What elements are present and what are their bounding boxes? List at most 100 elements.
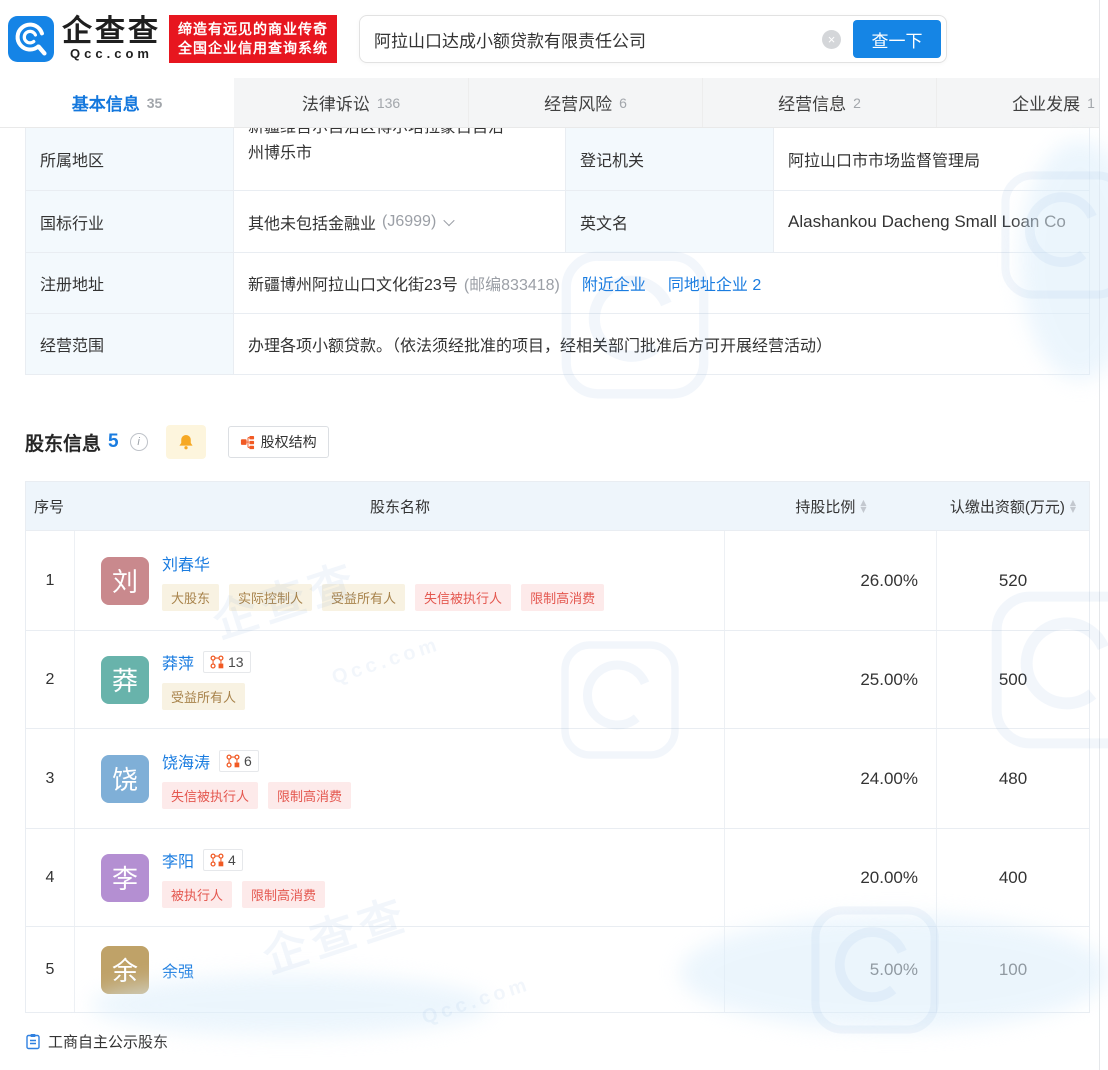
info-circle-icon[interactable]: i	[130, 433, 148, 451]
search-button[interactable]: 查一下	[853, 20, 941, 58]
tab-法律诉讼[interactable]: 法律诉讼 136	[234, 78, 468, 127]
shareholder-info: 莽萍 13 受益所有人	[162, 650, 251, 710]
tab-企业发展[interactable]: 企业发展1	[936, 78, 1099, 127]
avatar: 莽	[101, 656, 149, 704]
tag-失信被执行人: 失信被执行人	[162, 782, 258, 809]
shareholding-ratio: 24.00%	[725, 729, 937, 828]
shareholder-cell: 莽莽萍 13 受益所有人	[75, 631, 725, 728]
clipboard-icon	[25, 1033, 41, 1050]
tab-label: 经营风险	[544, 90, 612, 115]
footer-note-text: 工商自主公示股东	[48, 1031, 168, 1052]
name-line: 李阳 4	[162, 848, 325, 872]
shareholder-info: 李阳 4 被执行人限制高消费	[162, 848, 325, 908]
shareholder-cell: 刘刘春华大股东实际控制人受益所有人失信被执行人限制高消费	[75, 531, 725, 630]
tab-count: 6	[619, 95, 627, 111]
subscribed-capital: 520	[937, 531, 1089, 630]
row-number: 3	[26, 729, 75, 828]
tab-label: 经营信息	[778, 90, 846, 115]
info-value-text: 其他未包括金融业	[248, 210, 376, 234]
info-label: 所属地区	[26, 128, 234, 190]
row-number: 1	[26, 531, 75, 630]
info-value-text: Alashankou Dacheng Small Loan Co	[788, 212, 1066, 232]
info-label: 英文名	[566, 191, 774, 252]
row-number: 2	[26, 631, 75, 728]
info-value: 办理各项小额贷款。（依法须经批准的项目，经相关部门批准后方可开展经营活动）	[234, 314, 1089, 374]
avatar: 刘	[101, 557, 149, 605]
column-header-0: 序号	[26, 482, 75, 530]
shareholder-name-link[interactable]: 莽萍	[162, 650, 194, 674]
tag-失信被执行人: 失信被执行人	[415, 584, 511, 611]
slogan-line-2: 全国企业信用查询系统	[178, 39, 328, 58]
clear-search-icon[interactable]: ×	[822, 30, 841, 49]
tab-经营信息[interactable]: 经营信息 2	[702, 78, 936, 127]
tag-限制高消费: 限制高消费	[268, 782, 351, 809]
info-link[interactable]: 同地址企业 2	[668, 271, 761, 295]
info-value-text: 新疆博州阿拉山口文化街23号	[248, 271, 458, 295]
tag-大股东: 大股东	[162, 584, 219, 611]
tab-经营风险[interactable]: 经营风险 6	[468, 78, 702, 127]
shareholder-name-link[interactable]: 余强	[162, 958, 194, 982]
search-bar: × 查一下	[359, 15, 947, 63]
shareholders-table-body: 1刘刘春华大股东实际控制人受益所有人失信被执行人限制高消费26.00%5202莽…	[26, 530, 1089, 1012]
column-header-label: 序号	[34, 496, 64, 517]
shareholding-ratio: 5.00%	[725, 927, 937, 1012]
slogan-line-1: 缔造有远见的商业传奇	[178, 20, 328, 39]
shareholder-name-link[interactable]: 李阳	[162, 848, 194, 872]
related-companies-badge[interactable]: 6	[219, 750, 259, 772]
column-header-2[interactable]: 持股比例 ▲▼	[725, 482, 937, 530]
tag-line: 被执行人限制高消费	[162, 881, 325, 908]
row-number: 5	[26, 927, 75, 1012]
bell-icon	[177, 433, 195, 451]
tab-count: 136	[377, 95, 400, 111]
avatar: 饶	[101, 755, 149, 803]
shareholder-name-link[interactable]: 刘春华	[162, 551, 210, 575]
brand-text[interactable]: 企查查 Qcc.com	[62, 17, 161, 61]
tab-label: 基本信息	[72, 90, 140, 115]
info-link[interactable]: 附近企业	[582, 271, 646, 295]
subscribe-bell-button[interactable]	[166, 425, 206, 459]
avatar: 李	[101, 854, 149, 902]
org-chart-icon	[240, 435, 255, 450]
info-value: 新疆维吾尔自治区博尔塔拉蒙古自治州博乐市	[234, 128, 566, 190]
table-row: 5余余强5.00%100	[26, 926, 1089, 1012]
info-value-text: 办理各项小额贷款。（依法须经批准的项目，经相关部门批准后方可开展经营活动）	[248, 332, 832, 356]
shareholders-footer-note: 工商自主公示股东	[25, 1031, 1099, 1052]
info-label: 经营范围	[26, 314, 234, 374]
tag-受益所有人: 受益所有人	[162, 683, 245, 710]
shareholder-name-link[interactable]: 饶海涛	[162, 749, 210, 773]
chevron-down-icon[interactable]	[444, 214, 455, 225]
tab-count: 2	[853, 95, 861, 111]
info-value-text: 新疆维吾尔自治区博尔塔拉蒙古自治州博乐市	[248, 128, 513, 167]
table-row: 3饶饶海涛 6 失信被执行人限制高消费 24.00%480	[26, 728, 1089, 828]
tab-label: 法律诉讼	[302, 90, 370, 115]
subscribed-capital: 100	[937, 927, 1089, 1012]
shareholder-cell: 余余强	[75, 927, 725, 1012]
search-input[interactable]	[374, 29, 822, 49]
sort-icon[interactable]: ▲▼	[860, 499, 866, 513]
column-header-3[interactable]: 认缴出资额(万元) ▲▼	[937, 482, 1089, 530]
table-row: 4李李阳4被执行人限制高消费20.00%400	[26, 828, 1089, 926]
related-companies-count: 4	[228, 852, 236, 868]
tab-基本信息[interactable]: 基本信息35	[0, 78, 234, 127]
qcc-logo-icon[interactable]	[8, 16, 54, 62]
info-value: Alashankou Dacheng Small Loan Co	[774, 191, 1089, 252]
name-line: 饶海涛 6	[162, 749, 351, 773]
sort-icon[interactable]: ▲▼	[1070, 499, 1076, 513]
subscribed-capital: 480	[937, 729, 1089, 828]
table-row: 2莽莽萍13受益所有人25.00%500	[26, 630, 1089, 728]
equity-structure-button[interactable]: 股权结构	[228, 426, 329, 458]
info-label: 注册地址	[26, 253, 234, 313]
company-info-table: 所属地区新疆维吾尔自治区博尔塔拉蒙古自治州博乐市登记机关阿拉山口市市场监督管理局…	[25, 128, 1090, 375]
column-header-label: 持股比例	[795, 496, 855, 517]
info-value-muted: (邮编833418)	[464, 271, 560, 295]
shareholders-table: 序号股东名称持股比例▲▼认缴出资额(万元)▲▼ 1刘刘春华大股东实际控制人受益所…	[25, 481, 1090, 1013]
related-companies-badge[interactable]: 4	[203, 849, 243, 871]
related-companies-badge[interactable]: 13	[203, 651, 251, 673]
name-line: 刘春华	[162, 551, 604, 575]
avatar: 余	[101, 946, 149, 994]
row-number: 4	[26, 829, 75, 926]
column-header-label: 认缴出资额(万元)	[950, 496, 1065, 517]
info-row: 国标行业其他未包括金融业(J6999)英文名Alashankou Dacheng…	[26, 190, 1089, 252]
shareholders-section-header: 股东信息 5 i 股权结构	[25, 425, 1099, 459]
tag-被执行人: 被执行人	[162, 881, 232, 908]
